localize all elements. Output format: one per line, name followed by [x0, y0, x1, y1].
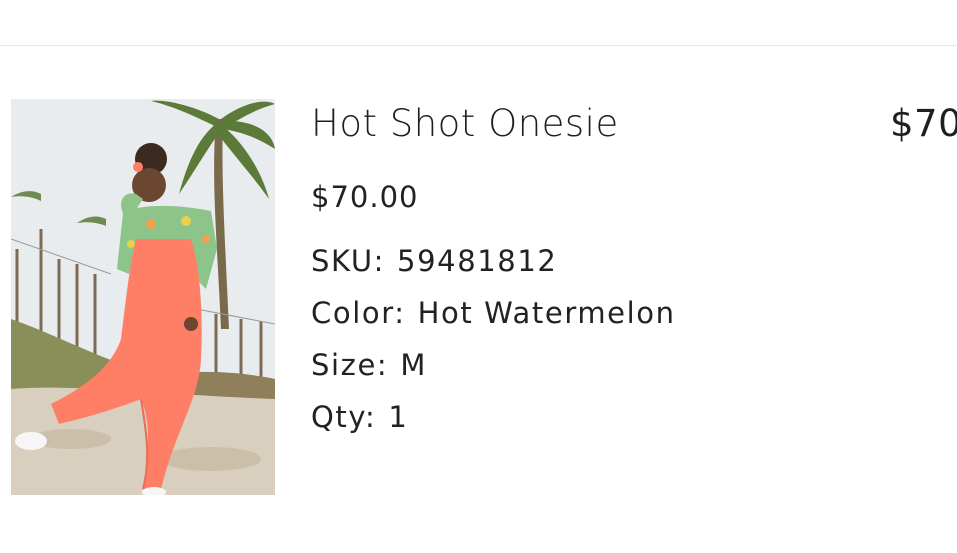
qty-value: 1 — [388, 400, 409, 434]
qty-label: Qty: — [311, 400, 377, 434]
line-total-price: $70 — [890, 102, 957, 145]
size-value: M — [400, 348, 427, 382]
product-photo — [11, 99, 275, 495]
size-row: Size: M — [311, 348, 427, 382]
color-label: Color: — [311, 296, 406, 330]
sku-label: SKU: — [311, 244, 386, 278]
sku-row: SKU: 59481812 — [311, 244, 557, 278]
size-label: Size: — [311, 348, 389, 382]
color-value: Hot Watermelon — [417, 296, 676, 330]
cart-page: Hot Shot Onesie $70.00 SKU: 59481812 Colo… — [0, 0, 957, 553]
sku-value: 59481812 — [397, 244, 558, 278]
product-thumbnail[interactable] — [11, 99, 275, 495]
qty-row: Qty: 1 — [311, 400, 408, 434]
unit-price: $70.00 — [311, 180, 419, 214]
product-title[interactable]: Hot Shot Onesie — [311, 102, 619, 145]
header-divider — [0, 45, 957, 46]
color-row: Color: Hot Watermelon — [311, 296, 676, 330]
